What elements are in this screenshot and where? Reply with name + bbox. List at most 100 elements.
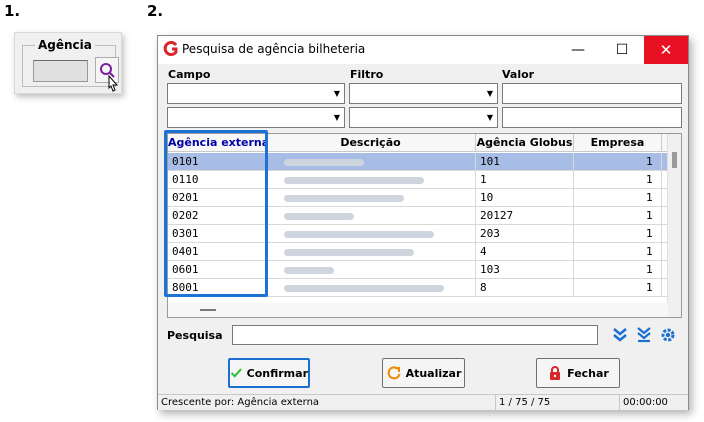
- agency-input[interactable]: [33, 60, 88, 82]
- redacted-text: [284, 213, 354, 220]
- table-row[interactable]: 0301 203 1: [168, 225, 668, 243]
- refresh-icon: [387, 366, 401, 380]
- value-input-1[interactable]: [502, 83, 682, 104]
- horizontal-scrollbar[interactable]: [168, 303, 668, 317]
- description-cell-redacted: [266, 243, 476, 261]
- company-cell: 1: [574, 153, 662, 171]
- redacted-text: [284, 267, 334, 274]
- minimize-button[interactable]: —: [556, 36, 600, 64]
- redacted-text: [284, 285, 444, 292]
- redacted-text: [284, 195, 404, 202]
- close-button-label: Fechar: [567, 366, 609, 380]
- globus-agency-cell: 20127: [476, 207, 574, 225]
- table-row[interactable]: 0202 20127 1: [168, 207, 668, 225]
- value-label: Valor: [502, 68, 535, 81]
- description-cell-redacted: [266, 153, 476, 171]
- external-agency-cell: 0201: [168, 189, 266, 207]
- chevron-down-icon: ▼: [486, 89, 494, 98]
- filter-select-1[interactable]: ▼: [349, 83, 498, 104]
- app-logo-icon: [163, 41, 178, 56]
- external-agency-cell: 0601: [168, 261, 266, 279]
- external-agency-cell: 0101: [168, 153, 266, 171]
- search-dialog: Pesquisa de agência bilheteria — ☐ ✕ Cam…: [157, 35, 689, 411]
- status-sort: Crescente por: Agência externa: [158, 395, 496, 411]
- agency-panel: Agência: [14, 32, 122, 94]
- column-header-external-agency[interactable]: Agência externa: [168, 134, 266, 152]
- table-row[interactable]: 8001 8 1: [168, 279, 668, 297]
- company-cell: 1: [574, 189, 662, 207]
- external-agency-cell: 0301: [168, 225, 266, 243]
- chevron-down-icon: ▼: [333, 89, 341, 98]
- description-cell-redacted: [266, 189, 476, 207]
- step-2-label: 2.: [147, 2, 164, 20]
- external-agency-cell: 0401: [168, 243, 266, 261]
- refresh-button[interactable]: Atualizar: [382, 358, 465, 388]
- redacted-text: [284, 177, 424, 184]
- external-agency-cell: 0202: [168, 207, 266, 225]
- globus-agency-cell: 101: [476, 153, 574, 171]
- globus-agency-cell: 10: [476, 189, 574, 207]
- company-cell: 1: [574, 261, 662, 279]
- close-window-button[interactable]: ✕: [644, 36, 688, 64]
- column-header-globus-agency[interactable]: Agência Globus: [476, 134, 574, 152]
- globus-agency-cell: 203: [476, 225, 574, 243]
- description-cell-redacted: [266, 171, 476, 189]
- results-grid[interactable]: Agência externa Descrição Agência Globus…: [167, 133, 682, 318]
- globus-agency-cell: 8: [476, 279, 574, 297]
- column-header-company[interactable]: Empresa: [574, 134, 662, 152]
- chevron-down-icon: ▼: [333, 113, 341, 122]
- description-cell-redacted: [266, 261, 476, 279]
- column-header-description[interactable]: Descrição: [266, 134, 476, 152]
- company-cell: 1: [574, 279, 662, 297]
- agency-group: Agência: [22, 38, 119, 87]
- gear-icon[interactable]: [658, 326, 678, 344]
- confirm-button[interactable]: Confirmar: [228, 358, 310, 388]
- lock-icon: [550, 366, 561, 380]
- field-select-2[interactable]: ▼: [167, 107, 345, 128]
- company-cell: 1: [574, 243, 662, 261]
- table-row[interactable]: 0201 10 1: [168, 189, 668, 207]
- globus-agency-cell: 4: [476, 243, 574, 261]
- vertical-scrollbar[interactable]: [667, 134, 681, 317]
- field-label: Campo: [168, 68, 211, 81]
- status-record-count: 1 / 75 / 75: [496, 395, 620, 411]
- table-row[interactable]: 0101 101 1: [168, 153, 668, 171]
- table-row[interactable]: 0401 4 1: [168, 243, 668, 261]
- title-bar[interactable]: Pesquisa de agência bilheteria — ☐ ✕: [158, 36, 688, 64]
- external-agency-cell: 8001: [168, 279, 266, 297]
- table-row[interactable]: 0601 103 1: [168, 261, 668, 279]
- double-chevron-down-icon[interactable]: [610, 326, 630, 344]
- value-input-2[interactable]: [502, 107, 682, 128]
- company-cell: 1: [574, 225, 662, 243]
- company-cell: 1: [574, 171, 662, 189]
- redacted-text: [284, 249, 414, 256]
- field-select-1[interactable]: ▼: [167, 83, 345, 104]
- scroll-thumb[interactable]: [200, 309, 216, 311]
- scroll-thumb[interactable]: [672, 152, 677, 168]
- status-bar: Crescente por: Agência externa 1 / 75 / …: [158, 394, 688, 411]
- description-cell-redacted: [266, 207, 476, 225]
- chevron-down-icon: ▼: [486, 113, 494, 122]
- confirm-button-label: Confirmar: [246, 366, 308, 380]
- search-input[interactable]: [232, 325, 598, 345]
- agency-label: Agência: [35, 38, 95, 52]
- filter-select-2[interactable]: ▼: [349, 107, 498, 128]
- description-cell-redacted: [266, 279, 476, 297]
- search-label: Pesquisa: [167, 329, 223, 342]
- dialog-title: Pesquisa de agência bilheteria: [182, 42, 366, 56]
- checkmark-icon: [230, 368, 242, 378]
- double-chevron-down-bar-icon[interactable]: [634, 326, 654, 344]
- company-cell: 1: [574, 207, 662, 225]
- redacted-text: [284, 231, 434, 238]
- table-row[interactable]: 0110 1 1: [168, 171, 668, 189]
- redacted-text: [284, 159, 364, 166]
- filter-label: Filtro: [350, 68, 384, 81]
- description-cell-redacted: [266, 225, 476, 243]
- maximize-button[interactable]: ☐: [600, 36, 644, 64]
- step-1-label: 1.: [4, 2, 21, 20]
- mouse-cursor-icon: [108, 75, 119, 92]
- close-button[interactable]: Fechar: [536, 358, 620, 388]
- status-time: 00:00:00: [623, 397, 668, 408]
- external-agency-cell: 0110: [168, 171, 266, 189]
- grid-header: Agência externa Descrição Agência Globus…: [168, 134, 668, 152]
